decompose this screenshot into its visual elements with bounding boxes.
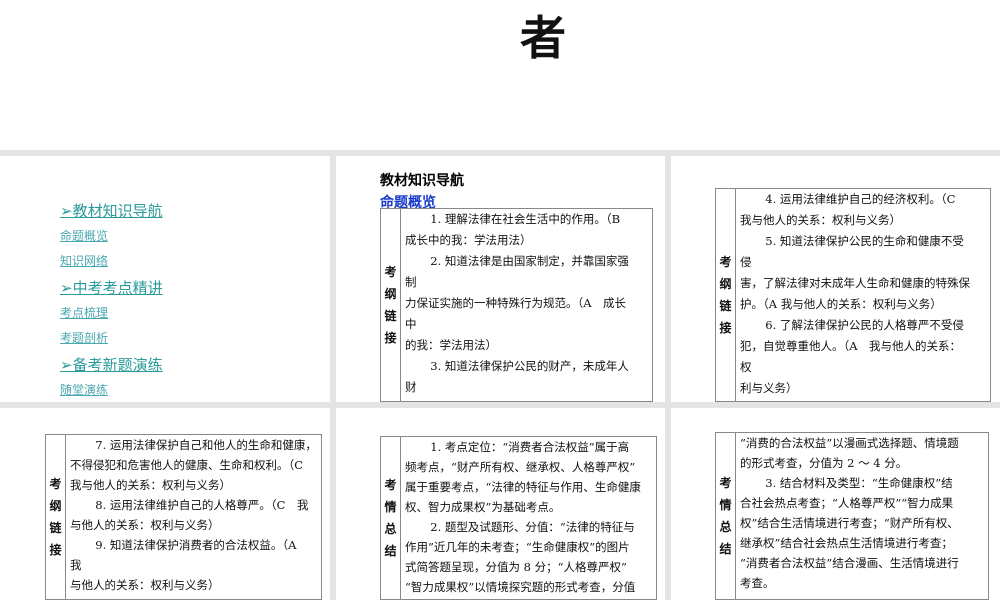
nav-section-link[interactable]: ➢中考考点精讲 bbox=[60, 277, 163, 298]
text-line: 8. 运用法律维护自己的人格尊严。（C 我 bbox=[95, 498, 309, 512]
text-line: 财 bbox=[405, 380, 417, 394]
text-line: 1. 理解法律在社会生活中的作用。（B bbox=[430, 212, 621, 226]
label-char: 结 bbox=[719, 542, 732, 556]
nav-menu: ➢教材知识导航命题概览知识网络 ➢中考考点精讲考点梳理考题剖析 ➢备考新题演练随堂演… bbox=[60, 196, 163, 402]
text-line: 不得侵犯和危害他人的健康、生命和权利。（C bbox=[70, 458, 304, 472]
text-line: 的我：学法用法） bbox=[405, 338, 497, 352]
title-character: 者 bbox=[520, 11, 566, 65]
text-line: 害，了解法律对未成年人生命和健康的特殊保 bbox=[740, 276, 970, 290]
label-char: 情 bbox=[384, 500, 397, 514]
slide-navigation: ➢教材知识导航命题概览知识网络 ➢中考考点精讲考点梳理考题剖析 ➢备考新题演练随堂演… bbox=[0, 156, 330, 402]
label-char: 结 bbox=[384, 544, 397, 558]
row-label: 考情总结 bbox=[716, 433, 736, 599]
row-content: 4. 运用法律维护自己的经济权利。（C 我与他人的关系：权利与义务） 5. 知道法律… bbox=[736, 189, 990, 401]
slide-overview-2: 考纲链接 4. 运用法律维护自己的经济权利。（C 我与他人的关系：权利与义务） 5.… bbox=[671, 156, 1000, 402]
nav-section-link[interactable]: ➢教材知识导航 bbox=[60, 200, 163, 221]
text-line: 1. 考点定位：“消费者合法权益”属于高 bbox=[430, 440, 630, 454]
text-line: 3. 知道法律保护公民的财产，未成年人 bbox=[430, 359, 629, 373]
slide-summary-2: 考情总结 “消费的合法权益”以漫画式选择题、情境题 的形式考查，分值为 2 ～ 4… bbox=[671, 408, 1000, 600]
text-line: 护。（A 我与他人的关系：权利与义务） bbox=[740, 297, 942, 311]
row-content: 1. 理解法律在社会生活中的作用。（B 成长中的我：学法用法） 2. 知道法律是由国… bbox=[401, 209, 652, 401]
text-line: 犯，自觉尊重他人。（A 我与他人的关系： bbox=[740, 339, 962, 353]
text-line: 制 bbox=[405, 275, 417, 289]
title-slide: 者 bbox=[0, 0, 1000, 150]
outline-table: 考纲链接 7. 运用法律保护自己和他人的生命和健康， 不得侵犯和危害他人的健康、生… bbox=[45, 434, 322, 600]
nav-item-link[interactable]: 命题概览 bbox=[60, 227, 163, 244]
section-heading: 教材知识导航 bbox=[380, 173, 464, 189]
text-line: 属于重要考点，“法律的特征与作用、生命健康 bbox=[405, 480, 641, 494]
text-line: 5. 知道法律保护公民的生命和健康不受 bbox=[765, 234, 964, 248]
text-line: 作用”近几年的未考查；“生命健康权”的图片 bbox=[405, 540, 630, 554]
text-line: 与他人的关系：权利与义务） bbox=[70, 518, 220, 532]
label-char: 纲 bbox=[719, 277, 732, 291]
summary-table: 考情总结 1. 考点定位：“消费者合法权益”属于高频考点，“财产所有权、继承权、… bbox=[380, 436, 657, 600]
label-char: 总 bbox=[719, 520, 732, 534]
text-line: 3. 结合材料及类型：“生命健康权”结 bbox=[765, 476, 953, 490]
label-char: 情 bbox=[719, 498, 732, 512]
label-char: 考 bbox=[384, 265, 397, 279]
text-line: 式简答题呈现，分值为 8 分；“人格尊严权” bbox=[405, 560, 627, 574]
outline-table: 考纲链接 1. 理解法律在社会生活中的作用。（B 成长中的我：学法用法） 2. 知道… bbox=[380, 208, 653, 402]
text-line: 我与他人的关系：权利与义务） bbox=[740, 213, 901, 227]
label-char: 链 bbox=[719, 299, 732, 313]
text-line: 权、智力成果权”为基础考点。 bbox=[405, 500, 561, 514]
label-char: 接 bbox=[49, 543, 62, 557]
text-line: 我 bbox=[70, 558, 82, 572]
label-char: 接 bbox=[719, 321, 732, 335]
outline-table: 考纲链接 4. 运用法律维护自己的经济权利。（C 我与他人的关系：权利与义务） 5.… bbox=[715, 188, 991, 402]
slide-overview-3: 考纲链接 7. 运用法律保护自己和他人的生命和健康， 不得侵犯和危害他人的健康、生… bbox=[0, 408, 330, 600]
row-label: 考纲链接 bbox=[381, 209, 401, 401]
text-line: “消费的合法权益”以漫画式选择题、情境题 bbox=[740, 436, 959, 450]
slide-overview-1: 教材知识导航 命题概览 考纲链接 1. 理解法律在社会生活中的作用。（B 成长中的… bbox=[336, 156, 665, 402]
label-char: 总 bbox=[384, 522, 397, 536]
row-content: 1. 考点定位：“消费者合法权益”属于高频考点，“财产所有权、继承权、人格尊严权… bbox=[401, 437, 656, 599]
nav-item-link[interactable]: 考点梳理 bbox=[60, 304, 163, 321]
nav-section-link[interactable]: ➢备考新题演练 bbox=[60, 354, 163, 375]
nav-item-link[interactable]: 知识网络 bbox=[60, 252, 163, 269]
row-label: 考纲链接 bbox=[46, 435, 66, 599]
text-line: “智力成果权”以情境探究题的形式考查，分值 bbox=[405, 580, 636, 594]
text-line: 利与义务） bbox=[740, 381, 798, 395]
text-line: 的形式考查，分值为 2 ～ 4 分。 bbox=[740, 456, 908, 470]
text-line: 7. 运用法律保护自己和他人的生命和健康， bbox=[95, 438, 317, 452]
text-line: 4. 运用法律维护自己的经济权利。（C bbox=[765, 192, 956, 206]
text-line: 权 bbox=[740, 360, 752, 374]
nav-item-link[interactable]: 考题剖析 bbox=[60, 329, 163, 346]
text-line: 侵 bbox=[740, 255, 752, 269]
nav-item-link[interactable]: 随堂演练 bbox=[60, 381, 163, 398]
label-char: 考 bbox=[719, 476, 732, 490]
label-char: 链 bbox=[384, 309, 397, 323]
text-line: 中 bbox=[405, 317, 417, 331]
text-line: 权”结合生活情境进行考查；“财产所有权、 bbox=[740, 516, 959, 530]
label-char: 考 bbox=[384, 478, 397, 492]
label-char: 考 bbox=[719, 255, 732, 269]
text-line: 力保证实施的一种特殊行为规范。（A 成长 bbox=[405, 296, 627, 310]
row-content: 7. 运用法律保护自己和他人的生命和健康， 不得侵犯和危害他人的健康、生命和权利。… bbox=[66, 435, 321, 599]
text-line: 考查。 bbox=[740, 576, 775, 590]
text-line: 我与他人的关系：权利与义务） bbox=[70, 478, 231, 492]
label-char: 纲 bbox=[49, 499, 62, 513]
text-line: 2. 知道法律是由国家制定，并靠国家强 bbox=[430, 254, 629, 268]
text-line: 2. 题型及试题形、分值：“法律的特征与 bbox=[430, 520, 635, 534]
row-content: “消费的合法权益”以漫画式选择题、情境题 的形式考查，分值为 2 ～ 4 分。 3.… bbox=[736, 433, 988, 599]
text-line: “消费者合法权益”结合漫画、生活情境进行 bbox=[740, 556, 959, 570]
text-line: 成长中的我：学法用法） bbox=[405, 233, 532, 247]
text-line: 频考点，“财产所有权、继承权、人格尊严权” bbox=[405, 460, 636, 474]
text-line: 9. 知道法律保护消费者的合法权益。（A bbox=[95, 538, 297, 552]
row-label: 考情总结 bbox=[381, 437, 401, 599]
text-line: 与他人的关系：权利与义务） bbox=[70, 578, 220, 592]
label-char: 接 bbox=[384, 331, 397, 345]
label-char: 链 bbox=[49, 521, 62, 535]
label-char: 考 bbox=[49, 477, 62, 491]
row-label: 考纲链接 bbox=[716, 189, 736, 401]
summary-table: 考情总结 “消费的合法权益”以漫画式选择题、情境题 的形式考查，分值为 2 ～ 4… bbox=[715, 432, 989, 600]
text-line: 合社会热点考查；“人格尊严权”“智力成果 bbox=[740, 496, 954, 510]
label-char: 纲 bbox=[384, 287, 397, 301]
slide-summary-1: 考情总结 1. 考点定位：“消费者合法权益”属于高频考点，“财产所有权、继承权、… bbox=[336, 408, 665, 600]
text-line: 6. 了解法律保护公民的人格尊严不受侵 bbox=[765, 318, 964, 332]
text-line: 继承权”结合社会热点生活情境进行考查； bbox=[740, 536, 953, 550]
